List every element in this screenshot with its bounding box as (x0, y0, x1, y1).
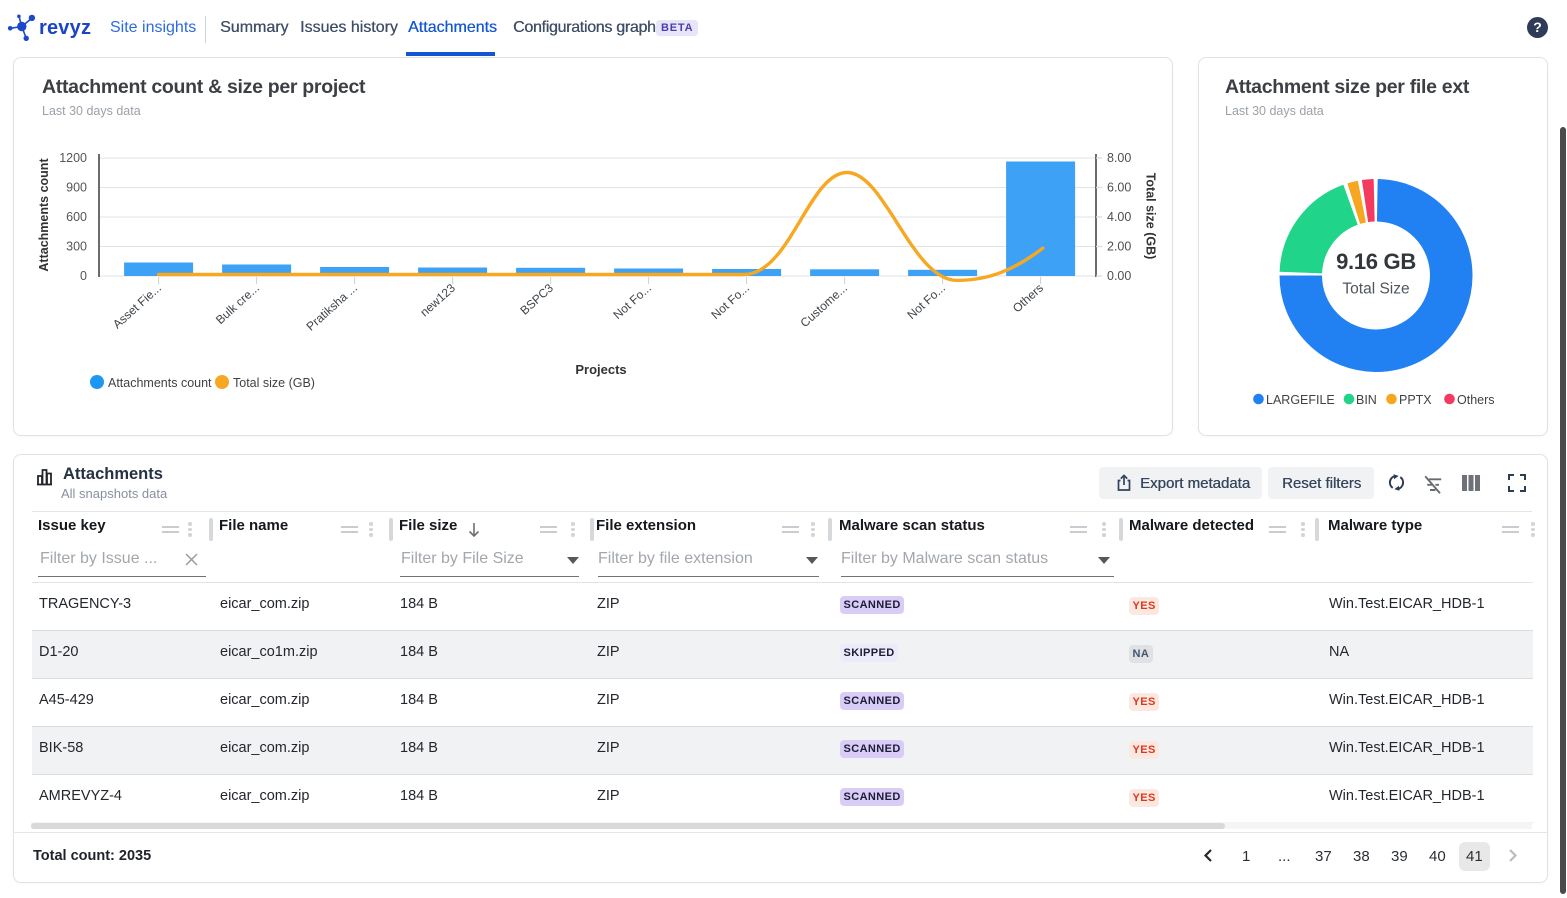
svg-text:BSPC3: BSPC3 (517, 281, 556, 318)
svg-text:Others: Others (1457, 393, 1495, 407)
svg-text:Pratiksha ...: Pratiksha ... (304, 281, 360, 334)
svg-text:0: 0 (80, 269, 87, 283)
svg-text:Total size (GB): Total size (GB) (1144, 173, 1158, 260)
svg-text:8.00: 8.00 (1107, 151, 1131, 165)
svg-text:Not Fo...: Not Fo... (610, 281, 654, 322)
svg-text:Custome...: Custome... (798, 281, 850, 330)
svg-text:Not Fo...: Not Fo... (904, 281, 948, 322)
svg-text:Asset Fie...: Asset Fie... (110, 281, 164, 332)
svg-text:9.16 GB: 9.16 GB (1336, 249, 1416, 274)
svg-text:Others: Others (1010, 281, 1046, 316)
svg-text:Attachments count: Attachments count (37, 158, 51, 272)
svg-text:4.00: 4.00 (1107, 210, 1131, 224)
svg-text:900: 900 (66, 181, 87, 195)
svg-text:BIN: BIN (1356, 393, 1377, 407)
svg-text:600: 600 (66, 210, 87, 224)
svg-text:2.00: 2.00 (1107, 240, 1131, 254)
svg-text:Projects: Projects (575, 362, 626, 377)
svg-text:LARGEFILE: LARGEFILE (1266, 393, 1335, 407)
svg-text:Not Fo...: Not Fo... (708, 281, 752, 322)
svg-text:6.00: 6.00 (1107, 181, 1131, 195)
svg-text:Attachments count: Attachments count (108, 376, 212, 390)
svg-text:Total Size: Total Size (1342, 281, 1409, 298)
svg-text:PPTX: PPTX (1399, 393, 1432, 407)
svg-text:0.00: 0.00 (1107, 269, 1131, 283)
svg-text:1200: 1200 (59, 151, 87, 165)
svg-text:new123: new123 (417, 281, 458, 320)
svg-text:Total size (GB): Total size (GB) (233, 376, 315, 390)
svg-text:Bulk cre...: Bulk cre... (213, 281, 262, 327)
svg-text:300: 300 (66, 240, 87, 254)
